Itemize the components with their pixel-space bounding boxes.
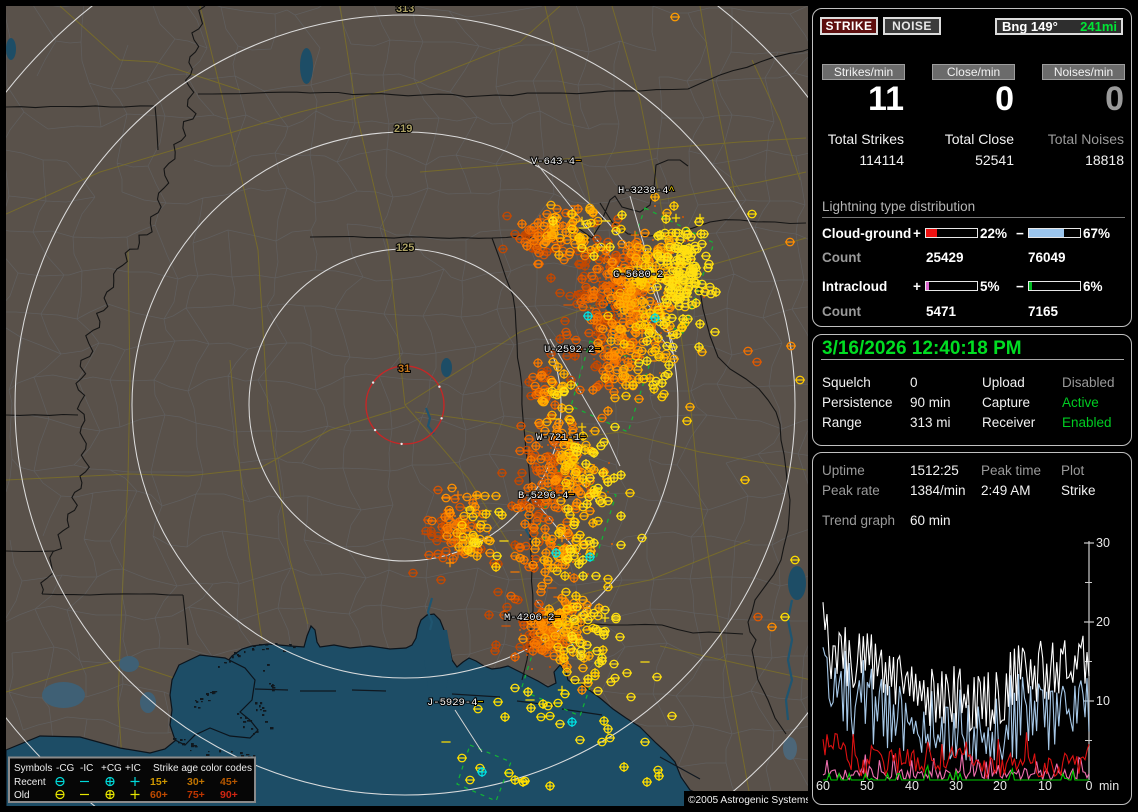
svg-text:B-5296-4−: B-5296-4−: [518, 490, 575, 502]
svg-text:90+: 90+: [220, 789, 238, 801]
svg-text:15+: 15+: [150, 776, 168, 788]
svg-text:30+: 30+: [187, 776, 205, 788]
svg-text:30: 30: [1096, 536, 1110, 550]
svg-text:Old: Old: [14, 790, 30, 801]
svg-text:30: 30: [949, 779, 963, 793]
svg-text:H-3238-4^: H-3238-4^: [618, 185, 675, 197]
svg-text:125: 125: [396, 242, 414, 254]
svg-text:M-4206-2−: M-4206-2−: [504, 612, 561, 624]
svg-text:W-721-1−: W-721-1−: [536, 432, 586, 444]
svg-text:10: 10: [1038, 779, 1052, 793]
svg-text:20: 20: [1096, 615, 1110, 629]
svg-text:-CG: -CG: [56, 763, 75, 774]
svg-text:Recent: Recent: [14, 777, 46, 788]
svg-text:min: min: [1099, 779, 1119, 793]
svg-text:60: 60: [816, 779, 830, 793]
svg-text:31: 31: [398, 363, 410, 375]
svg-text:20: 20: [993, 779, 1007, 793]
svg-text:313: 313: [396, 3, 414, 15]
svg-text:G-5680-2: G-5680-2: [613, 269, 663, 281]
svg-text:10: 10: [1096, 694, 1110, 708]
svg-text:-IC: -IC: [80, 763, 93, 774]
svg-text:0: 0: [1086, 779, 1093, 793]
svg-text:219: 219: [394, 123, 412, 135]
svg-text:+CG: +CG: [101, 763, 122, 774]
svg-text:U-2592-2−: U-2592-2−: [544, 344, 601, 356]
svg-text:60+: 60+: [150, 789, 168, 801]
svg-text:J-5929-4−: J-5929-4−: [427, 697, 484, 709]
svg-text:50: 50: [860, 779, 874, 793]
svg-text:75+: 75+: [187, 789, 205, 801]
svg-text:45+: 45+: [220, 776, 238, 788]
svg-text:Symbols: Symbols: [14, 763, 52, 774]
svg-text:+IC: +IC: [125, 763, 141, 774]
svg-text:40: 40: [905, 779, 919, 793]
svg-text:V-643-4−: V-643-4−: [531, 156, 581, 168]
svg-text:©2005 Astrogenic Systems: ©2005 Astrogenic Systems: [688, 795, 810, 806]
svg-text:Strike age color codes: Strike age color codes: [153, 763, 252, 774]
